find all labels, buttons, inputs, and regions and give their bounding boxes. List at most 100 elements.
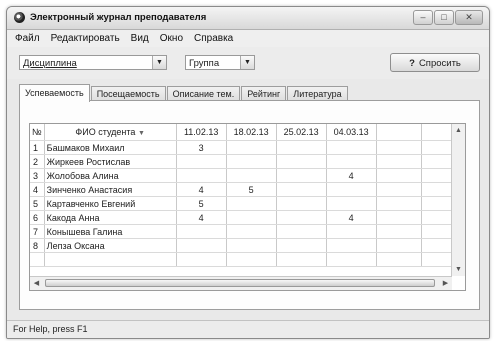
- row-number-cell[interactable]: [30, 252, 45, 267]
- minimize-button[interactable]: –: [413, 10, 433, 25]
- grades-grid[interactable]: № ФИО студента ▼ 11.02.13 18.02.13 25.02…: [29, 123, 466, 291]
- grade-cell[interactable]: [421, 154, 452, 169]
- student-name-cell[interactable]: Лепза Оксана: [44, 238, 177, 253]
- table-row[interactable]: 4 Зинченко Анастасия 4 5: [30, 182, 452, 197]
- scroll-up-icon[interactable]: ▲: [452, 124, 465, 137]
- grade-cell[interactable]: [376, 168, 422, 183]
- grade-cell[interactable]: [376, 196, 422, 211]
- grade-cell[interactable]: [176, 154, 227, 169]
- table-row[interactable]: 8 Лепза Оксана: [30, 238, 452, 253]
- scroll-left-icon[interactable]: ◀: [30, 277, 43, 290]
- grade-cell[interactable]: [276, 182, 327, 197]
- table-row[interactable]: 2 Жиркеев Ростислав: [30, 154, 452, 169]
- row-number-cell[interactable]: 5: [30, 196, 45, 211]
- scroll-thumb[interactable]: [45, 279, 435, 287]
- table-row[interactable]: 1 Башмаков Михаил 3: [30, 140, 452, 155]
- ask-button[interactable]: ? Спросить: [390, 53, 480, 72]
- grade-cell[interactable]: [276, 196, 327, 211]
- scroll-right-icon[interactable]: ▶: [439, 277, 452, 290]
- grade-cell[interactable]: [376, 238, 422, 253]
- student-name-cell[interactable]: Жиркеев Ростислав: [44, 154, 177, 169]
- menu-help[interactable]: Справка: [194, 33, 233, 44]
- grade-cell[interactable]: [226, 196, 277, 211]
- grade-cell[interactable]: 4: [326, 168, 377, 183]
- grade-cell[interactable]: [326, 196, 377, 211]
- grade-cell[interactable]: [276, 154, 327, 169]
- row-number-cell[interactable]: 8: [30, 238, 45, 253]
- grade-cell[interactable]: [176, 224, 227, 239]
- grade-cell[interactable]: [226, 210, 277, 225]
- title-bar[interactable]: Электронный журнал преподавателя – □ ✕: [7, 7, 489, 30]
- grade-cell[interactable]: 4: [176, 182, 227, 197]
- grade-cell[interactable]: [176, 238, 227, 253]
- maximize-button[interactable]: □: [434, 10, 454, 25]
- grade-cell[interactable]: 3: [176, 140, 227, 155]
- grade-cell[interactable]: [226, 224, 277, 239]
- column-header[interactable]: 11.02.13: [176, 124, 227, 141]
- chevron-down-icon[interactable]: ▼: [240, 56, 254, 69]
- grade-cell[interactable]: [276, 238, 327, 253]
- table-row[interactable]: 7 Конышева Галина: [30, 224, 452, 239]
- grade-cell[interactable]: [376, 210, 422, 225]
- student-name-cell[interactable]: Картавченко Евгений: [44, 196, 177, 211]
- menu-file[interactable]: Файл: [15, 33, 40, 44]
- row-number-cell[interactable]: 3: [30, 168, 45, 183]
- grade-cell[interactable]: [326, 182, 377, 197]
- grade-cell[interactable]: [226, 168, 277, 183]
- grade-cell[interactable]: [421, 252, 452, 267]
- grade-cell[interactable]: [421, 224, 452, 239]
- column-header[interactable]: 18.02.13: [226, 124, 277, 141]
- column-header[interactable]: №: [30, 124, 45, 141]
- student-name-cell[interactable]: Какода Анна: [44, 210, 177, 225]
- column-header[interactable]: [421, 124, 452, 141]
- grade-cell[interactable]: [276, 210, 327, 225]
- grade-cell[interactable]: [276, 252, 327, 267]
- grade-cell[interactable]: [376, 140, 422, 155]
- column-header-name[interactable]: ФИО студента ▼: [44, 124, 177, 141]
- grade-cell[interactable]: [226, 154, 277, 169]
- grade-cell[interactable]: 5: [226, 182, 277, 197]
- grade-cell[interactable]: [421, 196, 452, 211]
- grade-cell[interactable]: [376, 252, 422, 267]
- tab-progress[interactable]: Успеваемость: [19, 84, 90, 102]
- column-header[interactable]: 25.02.13: [276, 124, 327, 141]
- row-number-cell[interactable]: 6: [30, 210, 45, 225]
- grade-cell[interactable]: [421, 182, 452, 197]
- grade-cell[interactable]: [326, 252, 377, 267]
- menu-edit[interactable]: Редактировать: [51, 33, 120, 44]
- grade-cell[interactable]: [326, 238, 377, 253]
- grade-cell[interactable]: 4: [326, 210, 377, 225]
- column-header[interactable]: 04.03.13: [326, 124, 377, 141]
- row-number-cell[interactable]: 4: [30, 182, 45, 197]
- grade-cell[interactable]: [276, 224, 327, 239]
- grade-cell[interactable]: [326, 140, 377, 155]
- table-row[interactable]: 3 Жолобова Алина 4: [30, 168, 452, 183]
- grade-cell[interactable]: 4: [176, 210, 227, 225]
- horizontal-scrollbar[interactable]: ◀ ▶: [30, 276, 452, 290]
- grade-cell[interactable]: [421, 238, 452, 253]
- grade-cell[interactable]: [226, 252, 277, 267]
- menu-view[interactable]: Вид: [131, 33, 149, 44]
- student-name-cell[interactable]: Зинченко Анастасия: [44, 182, 177, 197]
- row-number-cell[interactable]: 1: [30, 140, 45, 155]
- grade-cell[interactable]: [421, 140, 452, 155]
- student-name-cell[interactable]: Жолобова Алина: [44, 168, 177, 183]
- grade-cell[interactable]: [376, 182, 422, 197]
- discipline-select[interactable]: Дисциплина ▼: [19, 55, 167, 70]
- grade-cell[interactable]: [421, 210, 452, 225]
- table-row[interactable]: 5 Картавченко Евгений 5: [30, 196, 452, 211]
- row-number-cell[interactable]: 7: [30, 224, 45, 239]
- grade-cell[interactable]: [276, 140, 327, 155]
- column-header[interactable]: [376, 124, 422, 141]
- grade-cell[interactable]: [376, 154, 422, 169]
- grade-cell[interactable]: [326, 154, 377, 169]
- chevron-down-icon[interactable]: ▼: [152, 56, 166, 69]
- grade-cell[interactable]: [376, 224, 422, 239]
- grade-cell[interactable]: [276, 168, 327, 183]
- grade-cell[interactable]: [176, 252, 227, 267]
- student-name-cell[interactable]: Башмаков Михаил: [44, 140, 177, 155]
- close-button[interactable]: ✕: [455, 10, 483, 25]
- menu-window[interactable]: Окно: [160, 33, 183, 44]
- table-row[interactable]: [30, 252, 452, 267]
- row-number-cell[interactable]: 2: [30, 154, 45, 169]
